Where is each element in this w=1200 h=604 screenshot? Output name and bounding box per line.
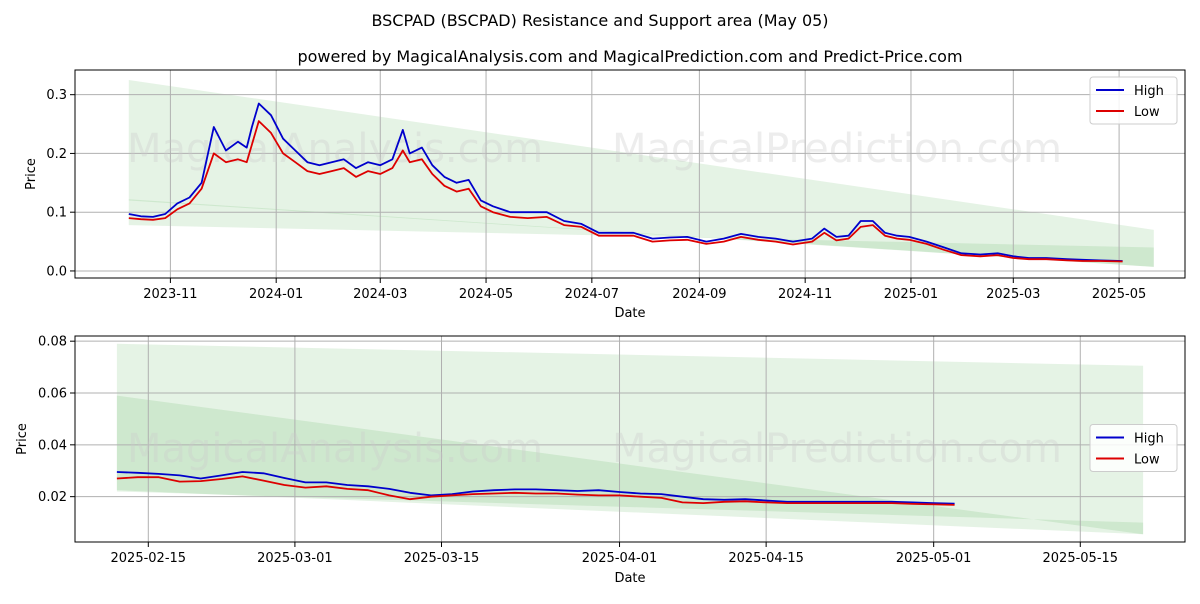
x-tick-label: 2024-11 bbox=[778, 287, 832, 302]
x-tick-label: 2025-02-15 bbox=[111, 551, 187, 566]
x-tick-label: 2024-01 bbox=[249, 287, 303, 302]
x-tick-label: 2025-03-15 bbox=[404, 551, 480, 566]
chart-subtitle: powered by MagicalAnalysis.com and Magic… bbox=[297, 47, 962, 66]
legend-label-low: Low bbox=[1134, 453, 1160, 468]
bottom-panel: MagicalAnalysis.com MagicalPrediction.com… bbox=[15, 335, 1186, 586]
x-tick-label: 2024-03 bbox=[353, 287, 407, 302]
y-tick-label: 0.04 bbox=[38, 438, 67, 453]
x-tick-label: 2025-05-01 bbox=[896, 551, 972, 566]
x-axis-label: Date bbox=[614, 571, 645, 586]
x-tick-label: 2025-04-15 bbox=[728, 551, 804, 566]
y-tick-label: 0.06 bbox=[38, 387, 67, 402]
chart-title: BSCPAD (BSCPAD) Resistance and Support a… bbox=[371, 11, 828, 30]
x-tick-label: 2023-11 bbox=[143, 287, 197, 302]
chart-root: BSCPAD (BSCPAD) Resistance and Support a… bbox=[0, 0, 1200, 600]
y-axis-label: Price bbox=[15, 423, 30, 455]
y-tick-label: 0.08 bbox=[38, 335, 67, 350]
y-tick-label: 0.2 bbox=[46, 147, 67, 162]
x-tick-label: 2025-03-01 bbox=[257, 551, 333, 566]
x-tick-label: 2025-05-15 bbox=[1043, 551, 1119, 566]
x-tick-label: 2025-05 bbox=[1092, 287, 1146, 302]
top-panel: MagicalAnalysis.com MagicalPrediction.com… bbox=[24, 69, 1186, 321]
x-axis-label: Date bbox=[614, 306, 645, 321]
y-tick-label: 0.1 bbox=[46, 206, 67, 221]
y-tick-label: 0.02 bbox=[38, 490, 67, 505]
watermark-prediction: MagicalPrediction.com bbox=[612, 426, 1062, 472]
y-tick-label: 0.3 bbox=[46, 88, 67, 103]
x-tick-label: 2024-05 bbox=[459, 287, 513, 302]
y-axis-label: Price bbox=[24, 158, 39, 190]
chart-svg: BSCPAD (BSCPAD) Resistance and Support a… bbox=[15, 11, 1186, 586]
x-tick-label: 2024-07 bbox=[565, 287, 619, 302]
watermark-analysis: MagicalAnalysis.com bbox=[127, 126, 543, 172]
legend-label-high: High bbox=[1134, 84, 1164, 99]
x-tick-label: 2025-03 bbox=[986, 287, 1040, 302]
legend-label-low: Low bbox=[1134, 105, 1160, 120]
y-tick-label: 0.0 bbox=[46, 264, 67, 279]
legend: High Low bbox=[1089, 424, 1178, 472]
x-tick-label: 2025-01 bbox=[884, 287, 938, 302]
watermark-prediction: MagicalPrediction.com bbox=[612, 126, 1062, 172]
legend-label-high: High bbox=[1134, 432, 1164, 447]
legend: High Low bbox=[1089, 76, 1178, 125]
x-tick-label: 2025-04-01 bbox=[582, 551, 658, 566]
x-tick-label: 2024-09 bbox=[672, 287, 726, 302]
watermark-analysis: MagicalAnalysis.com bbox=[127, 426, 543, 472]
